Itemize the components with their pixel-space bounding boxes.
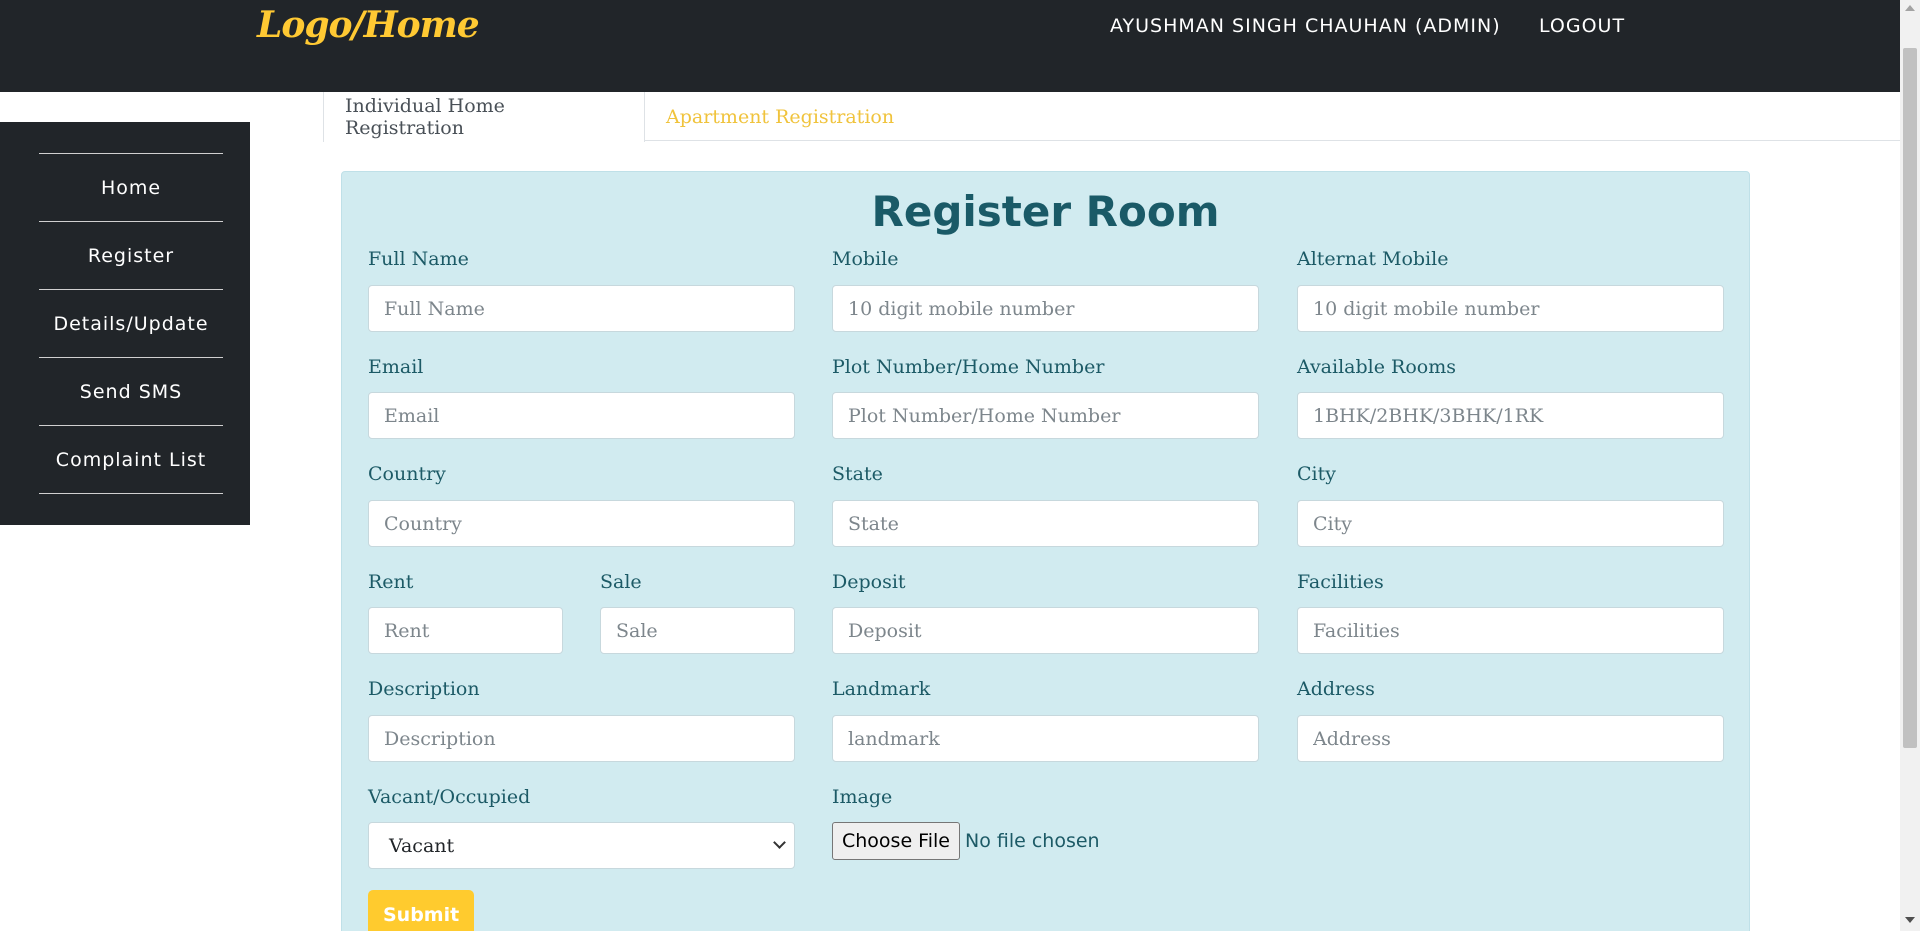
landmark-label: Landmark xyxy=(832,678,931,700)
register-room-form: Register Room Full Name Mobile Alternat … xyxy=(341,171,1750,931)
logout-link[interactable]: LOGOUT xyxy=(1539,15,1625,37)
arrow-up-icon[interactable] xyxy=(1905,5,1915,11)
scrollbar-thumb[interactable] xyxy=(1903,48,1917,748)
address-label: Address xyxy=(1297,678,1375,700)
city-label: City xyxy=(1297,463,1336,485)
choose-file-button[interactable]: Choose File xyxy=(832,822,960,860)
country-input[interactable] xyxy=(368,500,795,547)
arrow-down-icon[interactable] xyxy=(1905,917,1915,923)
submit-button[interactable]: Submit xyxy=(368,890,475,931)
email-input[interactable] xyxy=(368,392,795,439)
sidebar-divider xyxy=(39,493,223,494)
vacancy-selected-value: Vacant xyxy=(389,834,455,857)
plot-number-input[interactable] xyxy=(832,392,1259,439)
alternate-mobile-label: Alternat Mobile xyxy=(1297,248,1449,270)
description-input[interactable] xyxy=(368,715,795,762)
landmark-input[interactable] xyxy=(832,715,1259,762)
file-status-text: No file chosen xyxy=(965,830,1100,852)
sale-label: Sale xyxy=(600,571,642,593)
full-name-label: Full Name xyxy=(368,248,469,270)
sidebar: Home Register Details/Update Send SMS Co… xyxy=(0,122,250,525)
email-label: Email xyxy=(368,356,424,378)
form-title: Register Room xyxy=(871,187,1220,236)
vacancy-select[interactable]: Vacant xyxy=(368,822,795,869)
image-label: Image xyxy=(832,786,893,808)
rent-input[interactable] xyxy=(368,607,563,654)
full-name-input[interactable] xyxy=(368,285,795,332)
mobile-input[interactable] xyxy=(832,285,1259,332)
state-input[interactable] xyxy=(832,500,1259,547)
deposit-label: Deposit xyxy=(832,571,906,593)
plot-number-label: Plot Number/Home Number xyxy=(832,356,1105,378)
city-input[interactable] xyxy=(1297,500,1724,547)
sale-input[interactable] xyxy=(600,607,795,654)
sidebar-item-register[interactable]: Register xyxy=(39,222,223,289)
mobile-label: Mobile xyxy=(832,248,899,270)
deposit-input[interactable] xyxy=(832,607,1259,654)
user-name-link[interactable]: AYUSHMAN SINGH CHAUHAN (ADMIN) xyxy=(1110,15,1501,37)
country-label: Country xyxy=(368,463,446,485)
tab-apartment-registration[interactable]: Apartment Registration xyxy=(645,92,915,141)
description-label: Description xyxy=(368,678,480,700)
page-scrollbar[interactable] xyxy=(1900,0,1920,931)
tab-individual-home-registration[interactable]: Individual Home Registration xyxy=(323,92,645,142)
address-input[interactable] xyxy=(1297,715,1724,762)
sidebar-item-send-sms[interactable]: Send SMS xyxy=(39,358,223,425)
alternate-mobile-input[interactable] xyxy=(1297,285,1724,332)
registration-tabs: Individual Home Registration Apartment R… xyxy=(323,92,1900,142)
state-label: State xyxy=(832,463,883,485)
available-rooms-input[interactable] xyxy=(1297,392,1724,439)
available-rooms-label: Available Rooms xyxy=(1297,356,1456,378)
top-navbar: Logo/Home AYUSHMAN SINGH CHAUHAN (ADMIN)… xyxy=(0,0,1900,92)
sidebar-item-home[interactable]: Home xyxy=(39,154,223,221)
chevron-down-icon xyxy=(773,836,786,849)
facilities-input[interactable] xyxy=(1297,607,1724,654)
sidebar-item-details-update[interactable]: Details/Update xyxy=(39,290,223,357)
vacancy-label: Vacant/Occupied xyxy=(368,786,531,808)
facilities-label: Facilities xyxy=(1297,571,1384,593)
rent-label: Rent xyxy=(368,571,414,593)
sidebar-item-complaint-list[interactable]: Complaint List xyxy=(39,426,223,493)
logo-home-link[interactable]: Logo/Home xyxy=(257,4,480,46)
